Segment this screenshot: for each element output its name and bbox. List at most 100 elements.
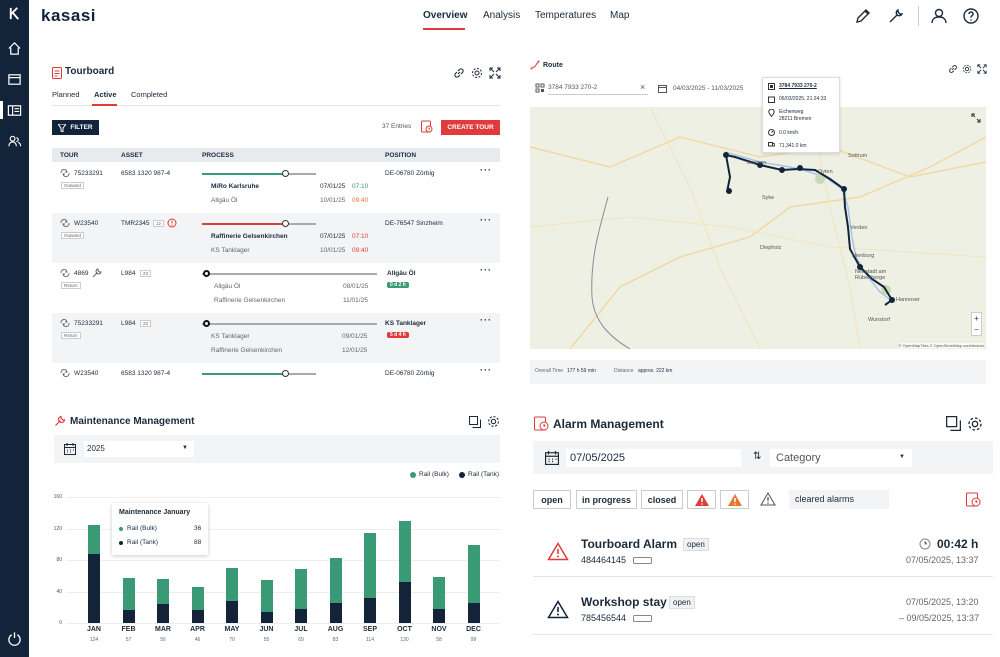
user-icon[interactable] xyxy=(930,7,948,25)
chart-bar[interactable] xyxy=(467,602,480,623)
chart-bar[interactable] xyxy=(122,610,135,623)
route-map[interactable]: Oyten Bremen Sottrum Syke Diepholz Nienb… xyxy=(530,107,986,349)
clear-icon[interactable]: × xyxy=(640,82,645,92)
chart-bar[interactable] xyxy=(398,520,411,583)
tours-icon[interactable] xyxy=(0,72,29,87)
chart-bar[interactable] xyxy=(433,577,445,609)
filter-info-chip[interactable] xyxy=(760,492,776,511)
calendar-icon[interactable] xyxy=(64,443,76,455)
chart-bar[interactable] xyxy=(364,533,376,598)
chart-bar[interactable] xyxy=(122,578,135,611)
alarm-copy-icon[interactable] xyxy=(946,416,961,436)
nav-temperatures[interactable]: Temperatures xyxy=(535,10,596,21)
table-row[interactable]: W23540 6583 1320 987-4 DE-06780 Zörbig ·… xyxy=(52,363,500,381)
chart-bar[interactable] xyxy=(191,586,204,611)
year-select[interactable]: 2025 ▼ xyxy=(84,441,194,457)
sort-icon[interactable]: ⇅ xyxy=(753,451,761,462)
filter-closed-chip[interactable]: closed xyxy=(641,490,683,509)
chart-bar[interactable] xyxy=(329,602,342,623)
alarm-item-id[interactable]: 785456544 xyxy=(581,613,626,623)
chart-bar[interactable] xyxy=(295,608,307,623)
tour-id[interactable]: 4869 xyxy=(74,270,88,277)
route-search-input[interactable] xyxy=(548,81,648,95)
maintenance-settings-icon[interactable] xyxy=(487,415,500,433)
tab-active[interactable]: Active xyxy=(94,90,117,99)
alarm-date-input[interactable] xyxy=(566,449,741,467)
tab-completed[interactable]: Completed xyxy=(131,90,167,99)
category-select[interactable]: Category ▼ xyxy=(770,449,912,467)
chart-bar[interactable] xyxy=(157,578,169,605)
settings-icon[interactable] xyxy=(471,66,483,84)
row-menu-icon[interactable]: ··· xyxy=(480,315,492,325)
chart-bar[interactable] xyxy=(226,567,238,601)
chart-bar[interactable] xyxy=(88,525,100,554)
tab-planned[interactable]: Planned xyxy=(52,90,80,99)
row-menu-icon[interactable]: ··· xyxy=(480,365,492,375)
asset-id[interactable]: 6583 1320 987-4 xyxy=(121,370,170,377)
chart-bar[interactable] xyxy=(260,611,273,623)
filter-open-chip[interactable]: open xyxy=(533,490,571,509)
expand-icon[interactable] xyxy=(489,66,501,84)
zoom-in-button[interactable]: + xyxy=(972,313,981,324)
create-tour-button[interactable]: CREATE TOUR xyxy=(441,120,500,135)
chart-bar[interactable] xyxy=(433,608,445,623)
map-canvas[interactable] xyxy=(530,107,986,349)
chart-bar[interactable] xyxy=(191,610,204,623)
tour-id[interactable]: 75233291 xyxy=(74,320,103,327)
tour-id[interactable]: W23540 xyxy=(74,220,98,227)
filter-critical-chip[interactable] xyxy=(687,490,716,509)
filter-in-progress-chip[interactable]: in progress xyxy=(576,490,637,509)
chart-bar[interactable] xyxy=(260,579,273,612)
power-icon[interactable] xyxy=(0,631,29,646)
asset-id[interactable]: L984 xyxy=(121,270,135,277)
dashboard-icon[interactable] xyxy=(0,103,29,118)
asset-id[interactable]: L984 xyxy=(121,320,135,327)
table-row[interactable]: W23540 Outward TMR2345 12 Raffinerie Gel… xyxy=(52,213,500,263)
home-icon[interactable] xyxy=(0,41,29,56)
chart-bar[interactable] xyxy=(329,557,342,603)
asset-id[interactable]: TMR2345 xyxy=(121,220,150,227)
warning-circle-icon[interactable] xyxy=(167,218,177,228)
route-expand-icon[interactable] xyxy=(977,61,987,79)
link-icon[interactable] xyxy=(453,66,465,84)
map-attribution[interactable]: © OpenMapTiles © OpenStreetMap contribut… xyxy=(898,343,984,348)
users-icon[interactable] xyxy=(0,134,29,149)
asset-id[interactable]: 6583 1320 987-4 xyxy=(121,170,170,177)
table-row[interactable]: 4869 Return L984 23 Allgäu Öl 08/01/25 R… xyxy=(52,263,500,313)
edit-icon[interactable] xyxy=(854,7,872,25)
chart-bar[interactable] xyxy=(398,582,411,623)
popup-asset-id[interactable]: 3784 7933 270-2 xyxy=(779,83,817,89)
calendar-icon[interactable] xyxy=(658,84,667,93)
nav-overview[interactable]: Overview xyxy=(423,10,467,21)
filter-warning-chip[interactable] xyxy=(720,490,749,509)
row-menu-icon[interactable]: ··· xyxy=(480,215,492,225)
nav-map[interactable]: Map xyxy=(610,10,629,21)
alarm-item[interactable]: Workshop stay open 785456544 07/05/2025,… xyxy=(533,585,993,635)
help-icon[interactable] xyxy=(962,7,980,25)
route-settings-icon[interactable] xyxy=(962,61,972,79)
calendar-icon[interactable] xyxy=(545,451,559,465)
alarm-item-id[interactable]: 484464145 xyxy=(581,555,626,565)
route-link-icon[interactable] xyxy=(948,61,958,79)
tools-icon[interactable] xyxy=(887,7,905,25)
filter-button[interactable]: FILTER xyxy=(52,120,99,135)
map-fullscreen-icon[interactable] xyxy=(971,113,981,123)
table-row[interactable]: 75233291 Outward 6583 1320 987-4 MiRo Ka… xyxy=(52,163,500,213)
chart-bar[interactable] xyxy=(157,604,169,623)
alarm-clock-icon[interactable] xyxy=(966,492,981,507)
chart-bar[interactable] xyxy=(467,545,480,603)
copy-icon[interactable] xyxy=(469,415,481,433)
tour-id[interactable]: 75233291 xyxy=(74,170,103,177)
row-menu-icon[interactable]: ··· xyxy=(480,165,492,175)
route-date-range[interactable]: 04/03/2025 - 11/03/2025 xyxy=(673,85,743,92)
alarm-clock-icon[interactable] xyxy=(421,120,433,138)
row-menu-icon[interactable]: ··· xyxy=(480,265,492,275)
cleared-alarms-toggle[interactable]: cleared alarms xyxy=(789,490,889,509)
chart-bar[interactable] xyxy=(226,600,238,623)
tour-id[interactable]: W23540 xyxy=(74,370,98,377)
chart-bar[interactable] xyxy=(364,597,376,623)
alarm-item[interactable]: Tourboard Alarm open 484464145 00:42 h 0… xyxy=(533,527,993,577)
chart-bar[interactable] xyxy=(88,553,100,623)
nav-analysis[interactable]: Analysis xyxy=(483,10,520,21)
table-row[interactable]: 75233291 Return L984 23 KS Tanklager 09/… xyxy=(52,313,500,363)
